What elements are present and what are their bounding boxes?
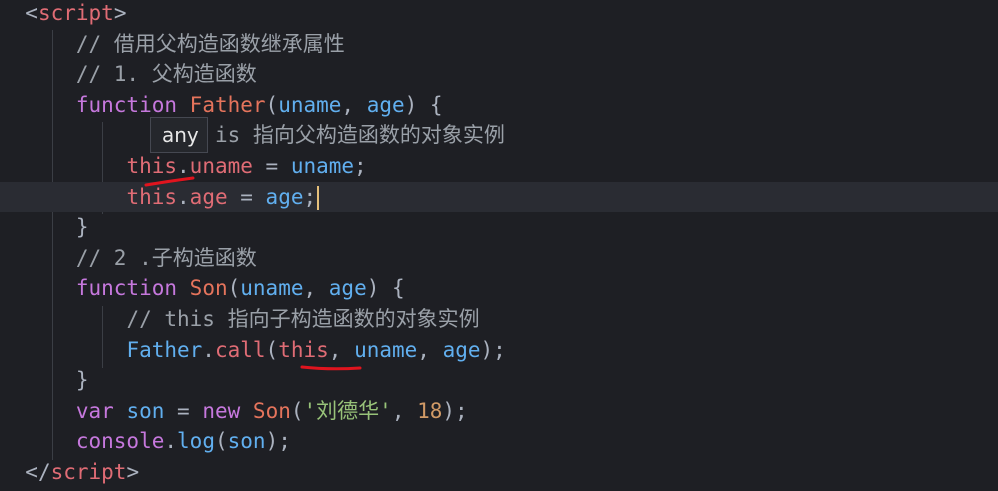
param: age	[366, 92, 405, 117]
comma: ,	[341, 92, 367, 117]
paren-semicolon: );	[442, 398, 468, 423]
tag-name: script	[50, 460, 127, 484]
paren-semicolon: );	[480, 337, 506, 362]
text-cursor	[317, 185, 320, 210]
keyword-function: function	[75, 276, 178, 301]
property: uname	[189, 154, 253, 178]
param-ref: age	[265, 184, 304, 209]
keyword-var: var	[75, 398, 114, 423]
code-line[interactable]: function Father(uname, age) {	[0, 90, 998, 121]
dot: .	[202, 337, 215, 362]
variable-name: son	[126, 398, 165, 423]
operator: =	[164, 398, 203, 423]
comment: // this 指向子构造函数的对象实例	[126, 307, 480, 331]
paren: (	[265, 337, 279, 362]
code-line[interactable]: // 借用父构造函数继承属性	[0, 29, 998, 60]
paren-brace: ) {	[404, 92, 443, 117]
tag-bracket: <	[25, 1, 38, 25]
tag-name: script	[37, 1, 114, 25]
method-call: call	[214, 337, 266, 362]
property: age	[189, 184, 228, 209]
dot: .	[164, 429, 178, 454]
param-ref: age	[442, 337, 481, 362]
operator: =	[252, 154, 291, 178]
tag-bracket: >	[113, 1, 127, 25]
dot: .	[177, 184, 190, 209]
code-line-active[interactable]: this.age = age;	[0, 181, 998, 213]
method-call: log	[177, 429, 215, 454]
param-ref: uname	[290, 154, 355, 178]
close-brace: }	[75, 368, 89, 393]
param: age	[328, 276, 367, 301]
paren: (	[227, 276, 241, 301]
console-object: console	[75, 429, 165, 454]
code-line[interactable]: </script>	[0, 457, 998, 488]
comment: // 1. 父构造函数	[75, 62, 257, 87]
keyword-new: new	[202, 398, 241, 423]
keyword-function: function	[75, 92, 178, 117]
this-keyword: this	[126, 184, 178, 209]
comma: ,	[328, 337, 355, 362]
code-line[interactable]: // 2 .子构造函数	[0, 243, 998, 274]
code-line[interactable]: }	[0, 365, 998, 396]
code-line[interactable]: function Son(uname, age) {	[0, 273, 998, 304]
close-brace: }	[75, 215, 89, 240]
hover-type-tooltip: any	[150, 117, 208, 153]
paren: (	[265, 92, 279, 117]
semicolon: ;	[303, 184, 317, 209]
comment: // 借用父构造函数继承属性	[75, 31, 345, 56]
comma: ,	[303, 276, 329, 301]
paren: (	[214, 429, 228, 454]
code-line[interactable]: }	[0, 212, 998, 243]
param: uname	[240, 276, 304, 301]
dot: .	[177, 154, 190, 178]
tag-bracket: </	[25, 460, 51, 484]
code-line[interactable]: this.uname = uname;	[0, 151, 998, 182]
code-line[interactable]: // this 指向子构造函数的对象实例	[0, 304, 998, 335]
code-line[interactable]: console.log(son);	[0, 426, 998, 457]
this-keyword: this	[126, 154, 178, 178]
param-ref: son	[227, 429, 266, 454]
code-line[interactable]: var son = new Son('刘德华', 18);	[0, 396, 998, 427]
this-keyword: this	[278, 337, 329, 362]
comment: // 2 .子构造函数	[75, 245, 257, 270]
tag-bracket: >	[126, 460, 140, 484]
semicolon: ;	[354, 154, 367, 178]
paren-brace: ) {	[366, 276, 405, 301]
code-line[interactable]: <script>	[0, 0, 998, 29]
operator: =	[227, 184, 266, 209]
paren-semicolon: );	[265, 429, 291, 454]
comma: ,	[391, 398, 418, 423]
param-ref: uname	[354, 337, 418, 362]
code-line[interactable]: // 1. 父构造函数	[0, 59, 998, 90]
object-ref: Father	[126, 337, 203, 362]
comment: is 指向父构造函数的对象实例	[214, 123, 505, 148]
constructor-name: Son	[252, 398, 291, 423]
function-name: Father	[189, 92, 266, 117]
string-literal: '刘德华'	[303, 398, 392, 423]
code-editor[interactable]: <script> // 借用父构造函数继承属性 // 1. 父构造函数 func…	[0, 0, 998, 491]
code-line[interactable]: Father.call(this, uname, age);	[0, 335, 998, 366]
comma: ,	[417, 337, 443, 362]
number-literal: 18	[417, 398, 443, 423]
paren: (	[290, 398, 304, 423]
param: uname	[278, 92, 342, 117]
function-name: Son	[189, 276, 228, 301]
